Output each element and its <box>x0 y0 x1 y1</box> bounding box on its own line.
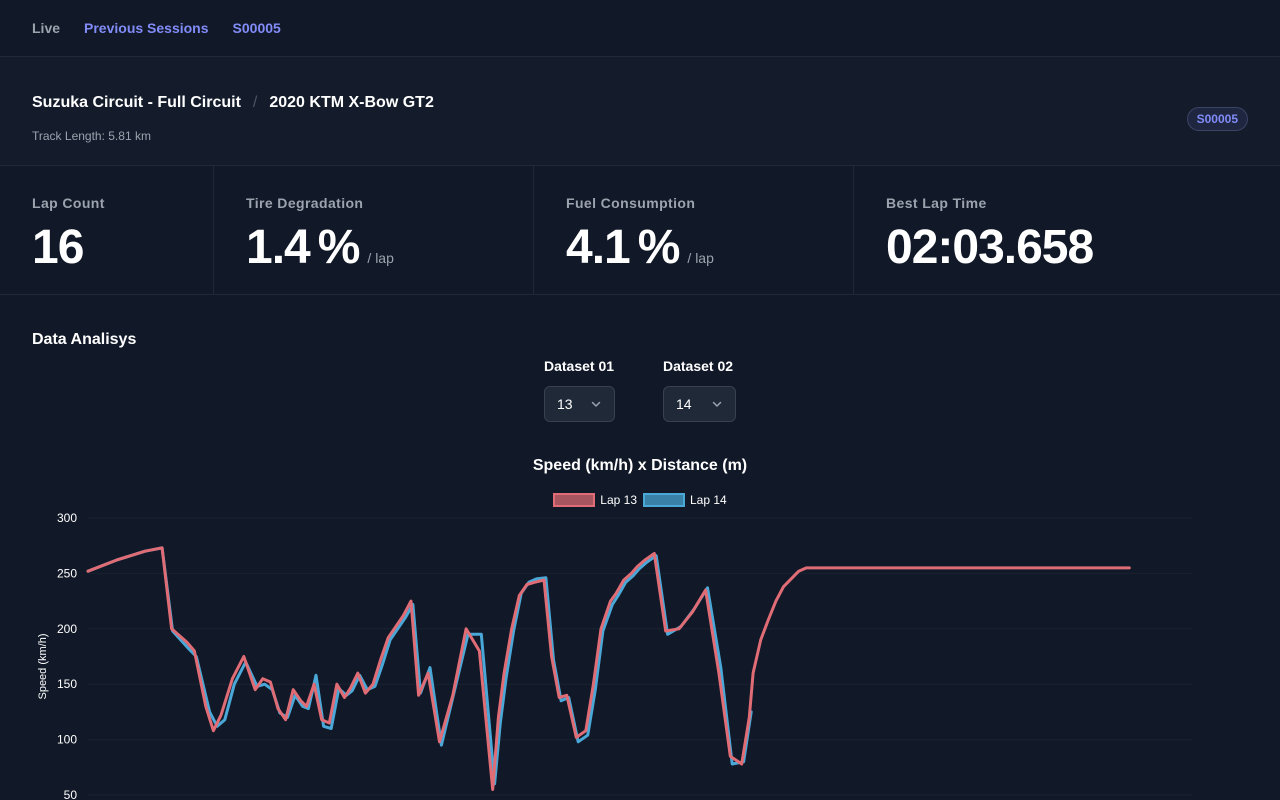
session-header: Suzuka Circuit - Full Circuit / 2020 KTM… <box>0 57 1280 166</box>
stat-per: / lap <box>687 250 714 266</box>
dataset-01-value: 13 <box>557 396 573 412</box>
top-navigation: Live Previous Sessions S00005 <box>0 0 1280 57</box>
y-tick-label: 50 <box>64 788 78 800</box>
data-analysis-title: Data Analisys <box>32 331 137 348</box>
session-badge: S00005 <box>1186 107 1248 131</box>
nav-previous-sessions-link[interactable]: Previous Sessions <box>84 20 209 36</box>
nav-live-link[interactable]: Live <box>32 20 60 36</box>
y-axis-label: Speed (km/h) <box>37 633 49 699</box>
dataset-01-group: Dataset 01 13 <box>544 358 615 422</box>
dataset-02-group: Dataset 02 14 <box>663 358 736 422</box>
stat-value-row: 1.4 % / lap <box>246 220 394 275</box>
stat-value-row: 4.1 % / lap <box>566 220 714 275</box>
stat-fuel-consumption: Fuel Consumption 4.1 % / lap <box>534 166 854 295</box>
y-tick-label: 300 <box>57 511 77 525</box>
stat-label: Best Lap Time <box>886 195 987 211</box>
stat-value-row: 02:03.658 <box>886 220 1094 275</box>
stat-unit: % <box>317 221 361 274</box>
stat-label: Tire Degradation <box>246 195 364 211</box>
chart-title: Speed (km/h) x Distance (m) <box>532 457 748 474</box>
chevron-down-icon <box>591 401 601 407</box>
stat-value-row: 16 <box>32 220 84 275</box>
chevron-down-icon <box>712 401 722 407</box>
speed-distance-chart: 300 250 200 150 100 50 Speed (km/h) <box>37 511 1192 800</box>
car-name: 2020 KTM X-Bow GT2 <box>269 94 434 111</box>
stat-value: 02:03.658 <box>886 221 1094 274</box>
stat-per: / lap <box>367 250 394 266</box>
dataset-02-label: Dataset 02 <box>663 358 734 374</box>
session-title: Suzuka Circuit - Full Circuit / 2020 KTM… <box>32 94 434 112</box>
title-separator: / <box>252 94 258 111</box>
track-name: Suzuka Circuit - Full Circuit <box>32 94 241 111</box>
stat-value: 16 <box>32 221 84 274</box>
y-tick-label: 150 <box>57 677 77 691</box>
y-tick-label: 100 <box>57 733 77 747</box>
stats-row: Lap Count 16 Tire Degradation 1.4 % / la… <box>0 166 1280 295</box>
y-tick-label: 200 <box>57 622 77 636</box>
stat-label: Lap Count <box>32 195 105 211</box>
series-line-lap-14 <box>86 546 753 786</box>
stat-label: Fuel Consumption <box>566 195 696 211</box>
dataset-02-select[interactable]: 14 <box>663 386 736 422</box>
stat-unit: % <box>637 221 681 274</box>
series-line-lap-13 <box>86 546 1131 791</box>
stat-value: 1.4 <box>246 221 311 274</box>
nav-session-id-link[interactable]: S00005 <box>233 20 281 36</box>
y-tick-label: 250 <box>57 566 77 580</box>
dataset-02-value: 14 <box>676 396 692 412</box>
dataset-01-label: Dataset 01 <box>544 358 615 374</box>
stat-tire-degradation: Tire Degradation 1.4 % / lap <box>214 166 534 295</box>
track-length: Track Length: 5.81 km <box>32 129 151 143</box>
stat-value: 4.1 <box>566 221 631 274</box>
stat-lap-count: Lap Count 16 <box>0 166 214 295</box>
stat-best-lap-time: Best Lap Time 02:03.658 <box>854 166 1280 295</box>
dataset-01-select[interactable]: 13 <box>544 386 615 422</box>
